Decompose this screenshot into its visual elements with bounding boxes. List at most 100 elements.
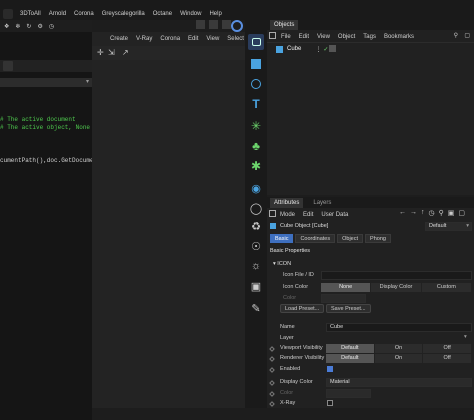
icon-color-custom[interactable]: Custom — [421, 283, 472, 292]
bug-icon[interactable]: ❄ — [15, 23, 20, 30]
snap-icon[interactable] — [231, 20, 243, 32]
subdivision-icon[interactable]: ✳ — [248, 118, 264, 134]
attr-menu-edit[interactable]: Edit — [303, 212, 313, 218]
field-icon[interactable]: ◯ — [248, 200, 264, 216]
tab-basic[interactable]: Basic — [270, 234, 294, 243]
icon-group-toggle[interactable]: ▾ ICON — [273, 261, 291, 267]
tab-coordinates[interactable]: Coordinates — [295, 234, 336, 243]
display-color-dropdown[interactable]: Material — [326, 378, 472, 387]
menu-help[interactable]: Help — [209, 11, 221, 17]
new-script-icon[interactable] — [3, 61, 13, 71]
expand-icon[interactable]: ▢ — [464, 32, 470, 39]
icon-file-field[interactable] — [321, 271, 472, 280]
color-swatch[interactable] — [321, 294, 366, 303]
viewport-menu-create[interactable]: Create — [110, 36, 128, 42]
viewport-menu-view[interactable]: View — [206, 36, 219, 42]
tab-layers[interactable]: Layers — [313, 200, 331, 206]
edit-icon[interactable]: ✎ — [248, 300, 264, 316]
icon-color-none[interactable]: None — [321, 283, 372, 292]
tag-icon[interactable] — [329, 45, 336, 52]
load-preset-button[interactable]: Load Preset... — [280, 304, 325, 313]
enabled-checkbox[interactable] — [327, 366, 333, 372]
menu-corona[interactable]: Corona — [74, 11, 94, 17]
search-icon[interactable]: ⚲ — [454, 32, 458, 39]
keyframe-icon[interactable] — [269, 401, 275, 407]
viewport-visibility-default[interactable]: Default — [326, 344, 375, 353]
scale-icon[interactable]: ⇲ — [108, 48, 115, 57]
globe-icon[interactable]: ☉ — [248, 238, 264, 254]
keyframe-icon[interactable] — [269, 367, 275, 373]
render-icon[interactable] — [209, 20, 218, 29]
keyframe-icon[interactable] — [269, 380, 275, 386]
keyframe-icon[interactable] — [269, 356, 275, 362]
chevron-down-icon[interactable]: ▾ — [464, 334, 467, 340]
name-field[interactable]: Cube — [326, 323, 472, 332]
icon-color-display[interactable]: Display Color — [371, 283, 422, 292]
camera-icon[interactable] — [248, 34, 264, 50]
menu-octane[interactable]: Octane — [153, 11, 172, 17]
text-icon[interactable]: T — [248, 96, 264, 112]
color2-swatch[interactable] — [326, 389, 371, 398]
tab-objects[interactable]: Objects — [270, 20, 299, 30]
up-arrow-icon[interactable]: ↑ — [421, 209, 425, 217]
objects-menu-file[interactable]: File — [281, 34, 291, 40]
object-row[interactable]: Cube ⋮ ✓ — [267, 44, 474, 54]
pen-icon[interactable] — [248, 76, 264, 92]
save-preset-button[interactable]: Save Preset... — [326, 304, 371, 313]
renderer-visibility-off[interactable]: Off — [423, 354, 473, 363]
cloner-icon[interactable]: ♣ — [248, 138, 264, 154]
preset-dropdown[interactable]: Default ▾ — [425, 222, 472, 231]
tab-phong[interactable]: Phong — [365, 234, 391, 243]
bookmark-icon[interactable]: ♻ — [248, 218, 264, 234]
viewport-visibility-off[interactable]: Off — [423, 344, 473, 353]
render-view-icon[interactable] — [196, 20, 205, 29]
script-selector-dropdown[interactable]: ▾ — [0, 78, 92, 87]
gear-icon[interactable]: ⚙ — [37, 23, 42, 30]
viewport-menu-vray[interactable]: V-Ray — [136, 36, 152, 42]
move-icon[interactable]: ✛ — [97, 48, 104, 57]
tab-object[interactable]: Object — [337, 234, 364, 243]
tab-attributes[interactable]: Attributes — [270, 197, 304, 208]
xray-checkbox[interactable] — [327, 400, 333, 406]
renderer-visibility-on[interactable]: On — [374, 354, 424, 363]
attr-menu-mode[interactable]: Mode — [280, 212, 295, 218]
viewport-menu-select[interactable]: Select — [227, 36, 244, 42]
keyframe-icon[interactable] — [269, 346, 275, 352]
render-settings-icon[interactable] — [222, 20, 231, 29]
renderer-visibility-default[interactable]: Default — [326, 354, 375, 363]
viewport-menu-corona[interactable]: Corona — [160, 36, 180, 42]
clock-icon[interactable]: ◷ — [49, 23, 54, 30]
menu-3dtoall[interactable]: 3DToAll — [20, 11, 41, 17]
objects-menu-icon[interactable] — [269, 32, 276, 39]
viewport-menu-edit[interactable]: Edit — [188, 36, 198, 42]
keyframe-icon[interactable] — [269, 391, 275, 397]
app-icon[interactable] — [3, 9, 13, 19]
objects-menu-edit[interactable]: Edit — [299, 34, 309, 40]
viewport[interactable] — [92, 32, 245, 408]
objects-menu-view[interactable]: View — [317, 34, 330, 40]
rotate-icon[interactable]: ↗ — [122, 48, 129, 57]
objects-menu-tags[interactable]: Tags — [363, 34, 376, 40]
sync-icon[interactable]: ↻ — [26, 23, 31, 30]
attr-menu-userdata[interactable]: User Data — [321, 212, 348, 218]
deformer-icon[interactable]: ◉ — [248, 180, 264, 196]
search-icon[interactable]: ⚲ — [439, 209, 444, 217]
attributes-menu-icon[interactable] — [269, 210, 276, 217]
lock-icon[interactable]: ▣ — [448, 209, 455, 217]
menu-window[interactable]: Window — [180, 11, 201, 17]
cube-primitive-icon[interactable] — [248, 56, 264, 72]
objects-menu-object[interactable]: Object — [338, 34, 355, 40]
menu-greyscalegorilla[interactable]: Greyscalegorilla — [102, 11, 145, 17]
expand-icon[interactable]: ▢ — [458, 209, 465, 217]
effector-icon[interactable]: ✱ — [248, 158, 264, 174]
python-icon[interactable]: ❖ — [4, 23, 9, 30]
history-icon[interactable]: ◷ — [429, 209, 435, 217]
camera-rig-icon[interactable]: ▣ — [248, 278, 264, 294]
forward-arrow-icon[interactable]: → — [410, 209, 417, 217]
objects-menu-bookmarks[interactable]: Bookmarks — [384, 34, 414, 40]
enabled-check-icon[interactable]: ✓ — [323, 46, 328, 53]
menu-arnold[interactable]: Arnold — [49, 11, 66, 17]
visibility-dots-icon[interactable]: ⋮ — [315, 46, 321, 53]
viewport-visibility-on[interactable]: On — [374, 344, 424, 353]
light-icon[interactable]: ☼ — [248, 258, 264, 274]
